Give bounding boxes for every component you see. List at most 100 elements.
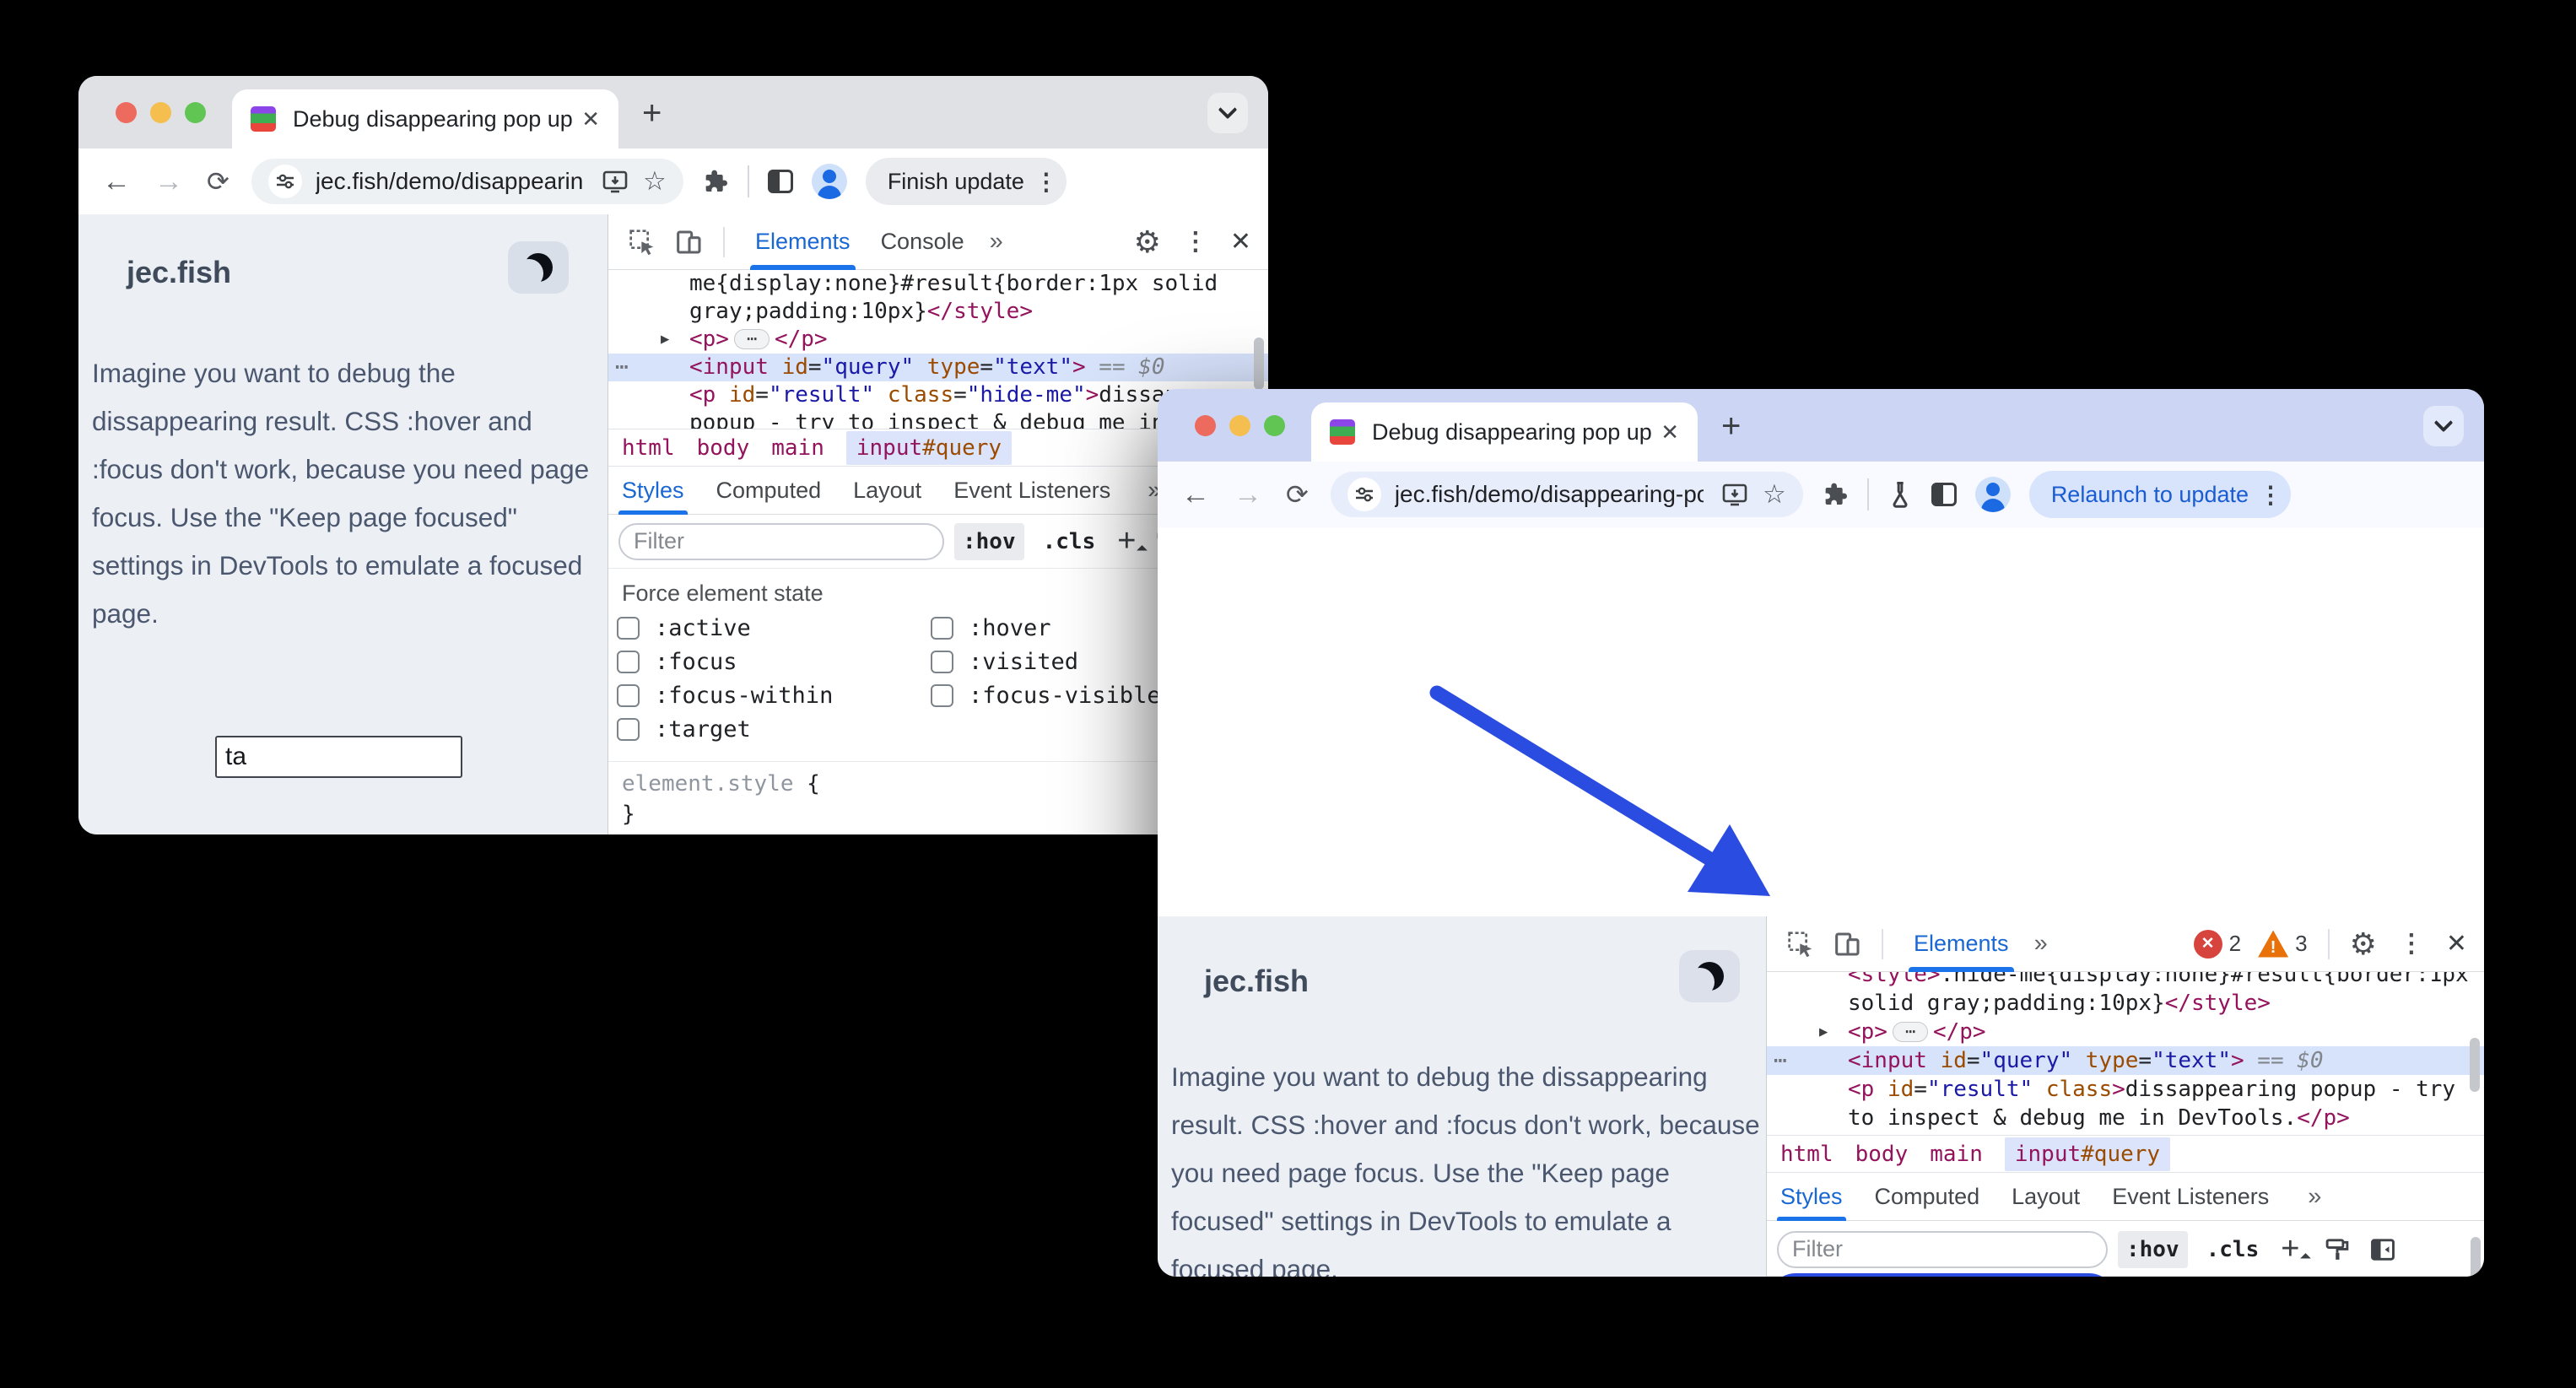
state-active[interactable]: :active xyxy=(617,615,931,641)
new-style-rule-button[interactable]: + xyxy=(1117,523,1136,559)
more-tabs-icon[interactable]: » xyxy=(2308,1183,2323,1211)
update-chrome-button[interactable]: Relaunch to update ⋮ xyxy=(2028,471,2291,518)
inspect-element-icon[interactable] xyxy=(629,229,656,256)
checkbox[interactable] xyxy=(617,684,640,707)
tab-styles[interactable]: Styles xyxy=(618,466,688,515)
side-panel-icon[interactable] xyxy=(767,170,793,193)
settings-gear-icon[interactable]: ⚙ xyxy=(1134,224,1161,260)
tab-event-listeners[interactable]: Event Listeners xyxy=(953,466,1110,515)
zoom-window-button[interactable] xyxy=(1264,415,1285,436)
reload-button[interactable]: ⟳ xyxy=(207,165,230,197)
back-button[interactable]: ← xyxy=(102,165,131,198)
side-panel-icon[interactable] xyxy=(1931,483,1957,506)
install-icon[interactable] xyxy=(1722,483,1747,506)
new-tab-button[interactable]: + xyxy=(642,95,662,132)
error-badge-icon[interactable]: ✕ xyxy=(2193,929,2222,959)
more-tabs-icon[interactable]: » xyxy=(2034,930,2049,958)
inspect-element-icon[interactable] xyxy=(1787,931,1814,958)
breadcrumb-selected[interactable]: input#query xyxy=(845,430,1013,465)
dom-node-selected[interactable]: ⋯ <input id="query" type="text"> == $0 xyxy=(608,354,1268,381)
dom-node[interactable]: to inspect & debug me in DevTools.</p> xyxy=(1767,1104,2484,1132)
elements-scrollbar[interactable] xyxy=(2470,1038,2480,1092)
checkbox[interactable] xyxy=(617,617,640,640)
state-focus-within[interactable]: :focus-within xyxy=(617,683,931,709)
dom-node-selected[interactable]: ⋯ <input id="query" type="text"> == $0 xyxy=(1767,1046,2484,1075)
node-options-icon[interactable]: ⋯ xyxy=(615,354,629,381)
settings-gear-icon[interactable]: ⚙ xyxy=(2350,926,2377,962)
dom-node[interactable]: <p id="result" class>dissappearing popup… xyxy=(1767,1075,2484,1104)
warning-badge-icon[interactable]: ! xyxy=(2258,930,2289,958)
breadcrumb-html[interactable]: html xyxy=(1780,1142,1833,1167)
tab-computed[interactable]: Computed xyxy=(716,466,822,515)
toggle-sidebar-icon[interactable] xyxy=(2370,1238,2395,1261)
dark-mode-button[interactable] xyxy=(1679,950,1740,1002)
dom-node[interactable]: solid gray;padding:10px}</style> xyxy=(1767,989,2484,1018)
devtools-menu-icon[interactable]: ⋮ xyxy=(2399,929,2424,959)
new-tab-button[interactable]: + xyxy=(1721,408,1741,446)
styles-filter-input[interactable] xyxy=(618,522,944,560)
close-window-button[interactable] xyxy=(116,102,137,123)
more-tabs-icon[interactable]: » xyxy=(990,228,1005,256)
new-style-rule-button[interactable]: + xyxy=(2281,1231,2299,1267)
breadcrumb-html[interactable]: html xyxy=(622,435,675,461)
tab-layout[interactable]: Layout xyxy=(2012,1172,2080,1221)
extensions-puzzle-icon[interactable] xyxy=(702,168,729,195)
devtools-close-icon[interactable]: ✕ xyxy=(1230,227,1251,257)
devtools-close-icon[interactable]: ✕ xyxy=(2446,929,2467,959)
toggle-element-state-button[interactable]: :hov xyxy=(954,522,1024,560)
profile-avatar[interactable] xyxy=(1974,477,2011,512)
experiments-flask-icon[interactable] xyxy=(1887,481,1913,508)
address-bar[interactable]: jec.fish/demo/disappearing-po... ☆ xyxy=(1330,472,1803,517)
browser-tab[interactable]: Debug disappearing pop up ✕ xyxy=(1311,402,1698,462)
close-window-button[interactable] xyxy=(1195,415,1216,436)
minimize-window-button[interactable] xyxy=(1229,415,1250,436)
tab-styles[interactable]: Styles xyxy=(1777,1172,1846,1221)
bookmark-star-icon[interactable]: ☆ xyxy=(643,166,667,197)
extensions-puzzle-icon[interactable] xyxy=(1822,481,1849,508)
breadcrumb-body[interactable]: body xyxy=(697,435,750,461)
node-options-icon[interactable]: ⋯ xyxy=(1774,1046,1788,1075)
device-toolbar-icon[interactable] xyxy=(1834,931,1861,958)
browser-tab[interactable]: Debug disappearing pop up ✕ xyxy=(232,89,618,149)
state-target[interactable]: :target xyxy=(617,716,931,743)
minimize-window-button[interactable] xyxy=(150,102,171,123)
checkbox[interactable] xyxy=(931,617,953,640)
element-classes-button[interactable]: .cls xyxy=(1034,523,1104,560)
devtools-tab-elements[interactable]: Elements xyxy=(750,214,856,270)
browser-menu-icon[interactable]: ⋮ xyxy=(2259,481,2282,509)
breadcrumb-body[interactable]: body xyxy=(1855,1142,1909,1167)
dark-mode-button[interactable] xyxy=(508,241,569,294)
tab-search-button[interactable] xyxy=(2423,406,2464,446)
styles-scrollbar[interactable] xyxy=(2471,1237,2481,1277)
breadcrumb-selected[interactable]: input#query xyxy=(2004,1137,2171,1171)
back-button[interactable]: ← xyxy=(1181,478,1210,511)
address-bar[interactable]: jec.fish/demo/disappearing-po... ☆ xyxy=(251,159,683,204)
devtools-menu-icon[interactable]: ⋮ xyxy=(1183,227,1208,257)
tab-close-icon[interactable]: ✕ xyxy=(1661,419,1679,446)
update-chrome-button[interactable]: Finish update ⋮ xyxy=(865,158,1067,205)
reload-button[interactable]: ⟳ xyxy=(1286,478,1309,510)
checkbox[interactable] xyxy=(617,651,640,673)
element-classes-button[interactable]: .cls xyxy=(2198,1231,2268,1268)
checkbox[interactable] xyxy=(931,651,953,673)
browser-menu-icon[interactable]: ⋮ xyxy=(1034,168,1058,196)
tab-layout[interactable]: Layout xyxy=(853,466,921,515)
state-focus[interactable]: :focus xyxy=(617,649,931,675)
breadcrumb-main[interactable]: main xyxy=(1930,1142,1983,1167)
dom-node[interactable]: gray;padding:10px}</style> xyxy=(608,298,1268,326)
checkbox[interactable] xyxy=(931,684,953,707)
dom-node[interactable]: me{display:none}#result{border:1px solid xyxy=(608,270,1268,298)
site-settings-icon[interactable] xyxy=(1347,478,1381,511)
device-toolbar-icon[interactable] xyxy=(676,229,703,256)
tab-event-listeners[interactable]: Event Listeners xyxy=(2112,1172,2269,1221)
forward-button[interactable]: → xyxy=(1234,478,1262,511)
tab-search-button[interactable] xyxy=(1207,93,1248,133)
query-input[interactable] xyxy=(215,736,462,778)
profile-avatar[interactable] xyxy=(811,164,847,199)
install-icon[interactable] xyxy=(602,170,628,193)
toggle-element-state-button[interactable]: :hov xyxy=(2118,1230,2188,1268)
tab-computed[interactable]: Computed xyxy=(1875,1172,1980,1221)
devtools-tab-console[interactable]: Console xyxy=(881,214,964,270)
dom-node[interactable]: <style>.hide-me{display:none}#result{bor… xyxy=(1767,972,2484,989)
styles-filter-input[interactable] xyxy=(1777,1230,2108,1268)
